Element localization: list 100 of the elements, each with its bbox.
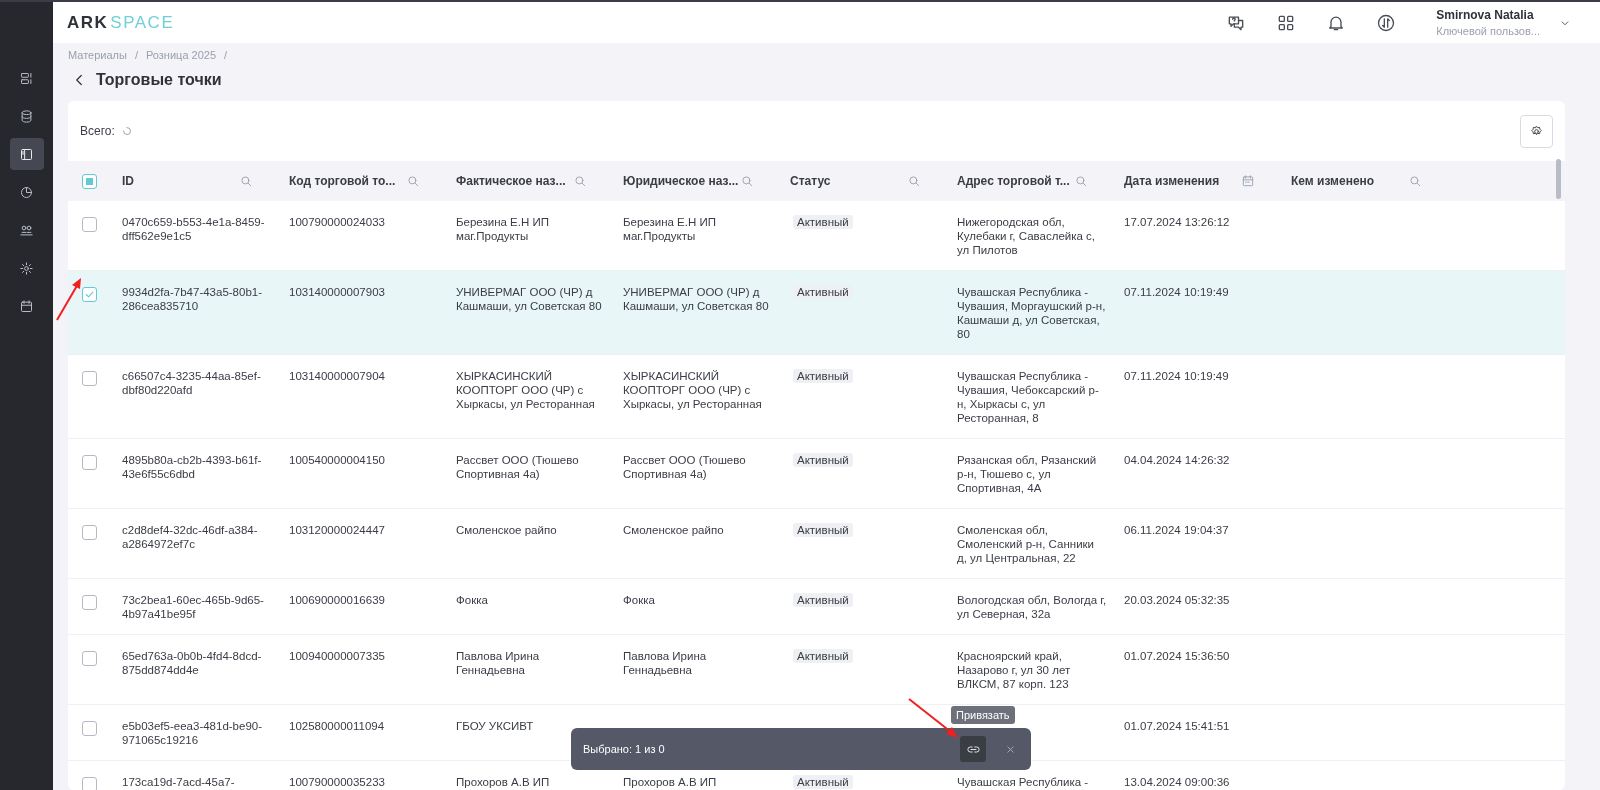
table-cell-text: 06.11.2024 19:04:37 [1123,523,1230,538]
search-icon [740,174,754,188]
table-cell-text: УНИВЕРМАГ ООО (ЧР) д Кашмаши, ул Советская 80 [622,285,770,314]
table-cell-text: 103140000007904 [288,369,386,384]
column-header: Кем изменено [1291,174,1375,188]
column-filter-button[interactable] [406,174,420,188]
row-checkbox[interactable] [82,721,97,736]
table-cell-text: 173ca19d-7acd-45a7- [121,775,236,790]
table-cell-text: 04.04.2024 14:26:32 [1123,453,1231,468]
column-filter-button[interactable] [740,174,754,188]
row-checkbox[interactable] [82,371,97,386]
column-filter-button[interactable] [1408,174,1422,188]
table-cell-text: 20.03.2024 05:32:35 [1123,593,1231,608]
breadcrumb[interactable]: Розница 2025 [145,49,217,61]
table-cell-text: c66507c4-3235-44aa-85ef-dbf80d220afd [121,369,262,398]
breadcrumb[interactable]: / [134,49,138,61]
status-badge: Активный [793,593,853,607]
status-badge: Активный [793,369,853,383]
table-cell-text: Вологодская обл, Вологда г, ул Северная, 32а [956,593,1108,621]
table-cell-text: Березина Е.Н ИП маг.Продукты [622,215,718,244]
breadcrumb[interactable]: Материалы [68,49,127,61]
scrollbar[interactable] [1556,159,1561,199]
search-icon [406,174,420,188]
sidebar-item[interactable] [9,138,44,170]
annotation-arrow [908,698,958,738]
status-badge: Активный [793,775,853,789]
row-checkbox[interactable] [82,651,97,666]
page-title: Торговые точки [96,71,222,89]
sync-icon [1376,12,1397,33]
table-cell-text: ХЫРКАСИНСКИЙ КООПТОРГ ООО (ЧР) с Хыркасы, ул Ресторанная [622,369,763,412]
total-label: Всего: [80,124,115,138]
table-cell-text: 4895b80a-cb2b-4393-b61f-43e6f55c6dbd [121,453,263,482]
table-cell-text: 65ed763a-0b0b-4fd4-8dcd-875dd874dd4e [121,649,263,678]
table-cell-text: УНИВЕРМАГ ООО (ЧР) д Кашмаши, ул Советская 80 [455,285,603,314]
link-button[interactable] [960,736,986,762]
column-header: Дата изменения [1124,174,1220,188]
column-filter-button[interactable] [1074,174,1088,188]
row-checkbox[interactable] [82,595,97,610]
table-cell-text: 07.11.2024 10:19:49 [1123,369,1230,384]
status-badge: Активный [793,453,853,467]
settings-button[interactable] [1520,114,1553,148]
row-checkbox[interactable] [82,777,97,790]
table-cell-text: Фокка [455,593,489,608]
selection-count: Выбрано: 1 из 0 [583,743,665,755]
search-icon [1074,174,1088,188]
row-checkbox[interactable] [82,455,97,470]
table-cell-text: 100540000004150 [288,453,386,468]
check-icon [84,289,95,300]
annotation-arrow [56,278,81,321]
database-icon [19,108,34,124]
sync-button[interactable] [1376,12,1397,33]
status-badge: Активный [793,215,853,229]
user-name: Smirnova Natalia [1436,8,1535,22]
loading-spinner-icon [120,125,133,137]
calendar-icon [1241,174,1255,188]
logo: ARK SPACE [67,12,175,33]
table-cell-text: e5b03ef5-eea3-481d-be90-971065c19216 [121,719,264,747]
search-icon [573,174,587,188]
pie-chart-icon [19,184,34,200]
table-cell-text: Павлова Ирина Геннадьевна [622,649,708,678]
table-cell-text: Чувашская Республика - Чувашия, Чебоксарский р-н, Хыркасы с, ул Ресторанная, 8 [956,369,1100,425]
table-cell-text: 103140000007903 [288,285,386,300]
search-icon [907,174,921,188]
row-checkbox[interactable] [82,217,97,232]
row-checkbox[interactable] [82,287,97,302]
row-checkbox[interactable] [82,525,97,540]
column-filter-button[interactable] [907,174,921,188]
table-cell-text: 100790000024033 [288,215,386,230]
table-cell-text: Прохоров А.В ИП [455,775,551,790]
table-cell-text: 9934d2fa-7b47-43a5-80b1-286cea835710 [121,285,264,314]
table-cell-text: 100940000007335 [288,649,386,664]
table-cell-text: 01.07.2024 15:36:50 [1123,649,1231,664]
table-cell-text: Рассвет ООО (Тюшево Спортивная 4а) [622,453,747,482]
search-icon [1408,174,1422,188]
table-cell-text: 73c2bea1-60ec-465b-9d65-4b97a41be95f [121,593,265,621]
table-cell-text: 100790000035233 [288,775,386,790]
table-cell-text: Смоленское райпо [622,523,725,538]
select-all-checkbox[interactable] [82,173,97,189]
list-icon [19,70,34,86]
table-cell-text: ГБОУ УКСИВТ [455,719,535,734]
table-cell-text: 01.07.2024 15:41:51 [1123,719,1231,734]
breadcrumb[interactable]: / [224,49,228,61]
column-filter-button[interactable] [1241,174,1255,188]
table-cell-text: 102580000011094 [288,719,386,734]
column-filter-button[interactable] [573,174,587,188]
table-cell-text: Нижегородская обл, Кулебаки г, Саваслейка с, ул Пилотов [956,215,1097,257]
search-icon [239,174,253,188]
settings-icon [19,260,34,276]
table-cell-text: 103120000024447 [288,523,386,538]
user-role: Ключевой пользов... [1436,25,1540,37]
table-cell-text: Смоленская обл, Смоленский р-н, Санники д, ул Центральная, 22 [956,523,1095,565]
table-cell-text: 07.11.2024 10:19:49 [1123,285,1230,300]
table-cell-text: Красноярский край, Назарово г, ул 30 лет ВЛКСМ, 87 корп. 123 [956,649,1072,691]
calendar-icon [19,298,34,314]
column-header: ID [122,174,134,188]
table-cell-text: 0470c659-b553-4e1a-8459-dff562e9e1c5 [121,215,266,244]
table-cell-text: Чувашская Республика - [956,775,1090,790]
table-cell-text: c2d8def4-32dc-46df-a384-a2864972ef7c [121,523,259,552]
table-cell-text: Рязанская обл, Рязанский р-н, Тюшево с, ул Спортивная, 4А [956,453,1098,495]
column-filter-button[interactable] [239,174,253,188]
